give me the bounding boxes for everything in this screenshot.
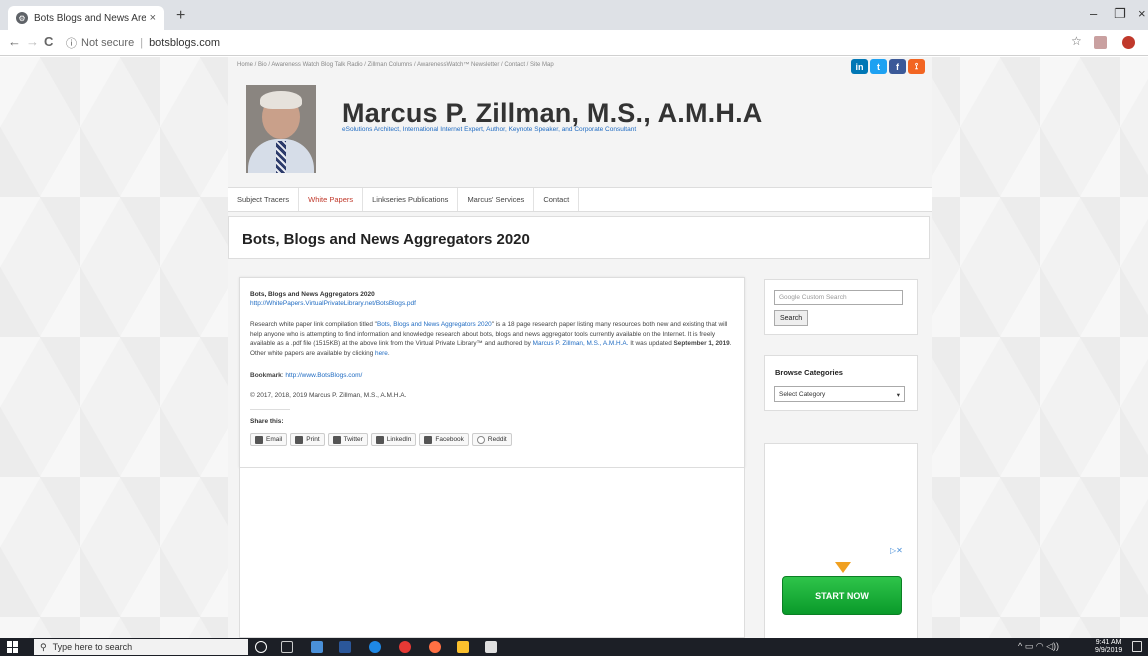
taskbar-clock[interactable]: 9:41 AM 9/9/2019 xyxy=(1095,639,1122,655)
print-icon xyxy=(295,435,304,444)
share-twitter-button[interactable]: Twitter xyxy=(327,433,368,446)
not-secure-label: Not secure xyxy=(81,37,135,49)
search-input[interactable]: Google Custom Search xyxy=(774,290,903,305)
browser-tab-strip: ⚙ Bots Blogs and News Aregators × + – ❐ … xyxy=(0,0,1148,30)
share-linkedin-button[interactable]: LinkedIn xyxy=(370,433,417,446)
bookmark-line: Bookmark: http://www.BotsBlogs.com/ xyxy=(250,372,363,379)
share-reddit-button[interactable]: Reddit xyxy=(471,433,512,446)
title-link[interactable]: Bots, Blogs and News Aggregators 2020 xyxy=(377,321,492,328)
rss-icon[interactable]: ⟟ xyxy=(908,59,925,74)
back-icon[interactable]: ← xyxy=(8,34,21,49)
chevron-down-icon: ▾ xyxy=(896,392,900,399)
facebook-icon xyxy=(424,435,433,444)
taskbar-search-input[interactable]: ⚲ Type here to search xyxy=(34,639,248,655)
start-now-button[interactable]: START NOW xyxy=(782,576,902,615)
email-icon xyxy=(255,435,263,444)
author-photo xyxy=(246,85,316,173)
taskbar-app-icon[interactable] xyxy=(311,641,323,653)
linkedin-icon xyxy=(375,435,384,444)
share-label: Share this: xyxy=(250,418,284,425)
author-link[interactable]: Marcus P. Zillman, M.S., A.M.H.A. xyxy=(533,340,629,347)
url-field[interactable]: ⓘ Not secure | botsblogs.com xyxy=(66,33,1056,53)
nav-item-contact[interactable]: Contact xyxy=(534,188,580,211)
browser-tab[interactable]: ⚙ Bots Blogs and News Aregators × xyxy=(8,6,164,30)
forward-icon[interactable]: → xyxy=(26,34,39,49)
profile-avatar-icon[interactable] xyxy=(1122,36,1135,49)
page-title: Bots, Blogs and News Aggregators 2020 xyxy=(242,231,530,248)
facebook-icon[interactable]: f xyxy=(889,59,906,74)
mail-icon[interactable] xyxy=(485,641,497,653)
word-icon[interactable] xyxy=(339,641,351,653)
category-select[interactable]: Select Category ▾ xyxy=(774,386,905,402)
system-tray-icons[interactable]: ^ ▭ ◠ ◁)) xyxy=(1018,641,1059,652)
url-divider: | xyxy=(140,37,144,49)
firefox-icon[interactable] xyxy=(429,641,441,653)
notification-icon[interactable] xyxy=(1132,641,1142,652)
cortana-icon[interactable] xyxy=(255,641,267,653)
reload-icon[interactable]: C xyxy=(44,34,53,49)
tab-close-icon[interactable]: × xyxy=(150,12,156,24)
divider xyxy=(250,409,290,410)
site-title[interactable]: Marcus P. Zillman, M.S., A.M.H.A xyxy=(342,98,762,129)
site-favicon-icon: ⚙ xyxy=(16,12,28,24)
site-info-icon[interactable]: ⓘ xyxy=(66,35,77,51)
copyright-text: © 2017, 2018, 2019 Marcus P. Zillman, M.… xyxy=(250,392,407,399)
nav-item-white-papers[interactable]: White Papers xyxy=(299,188,364,211)
edge-icon[interactable] xyxy=(369,641,381,653)
new-tab-button[interactable]: + xyxy=(176,7,185,25)
url-text: botsblogs.com xyxy=(149,37,220,49)
task-view-icon[interactable] xyxy=(281,641,293,653)
chrome-icon[interactable] xyxy=(399,641,411,653)
social-links: in t f ⟟ xyxy=(851,59,925,74)
minimize-button[interactable]: – xyxy=(1090,6,1097,21)
linkedin-icon[interactable]: in xyxy=(851,59,868,74)
main-navigation: Subject Tracers White Papers Linkseries … xyxy=(228,187,932,212)
store-icon[interactable] xyxy=(457,641,469,653)
content-column-lower xyxy=(239,468,745,638)
share-email-button[interactable]: Email xyxy=(250,433,288,446)
page-title-box: Bots, Blogs and News Aggregators 2020 xyxy=(228,216,930,259)
search-widget: Google Custom Search Search xyxy=(764,279,918,335)
pdf-link[interactable]: http://WhitePapers.VirtualPrivateLibrary… xyxy=(250,300,416,307)
bookmark-link[interactable]: http://www.BotsBlogs.com/ xyxy=(285,372,362,379)
windows-start-icon[interactable] xyxy=(7,641,19,653)
close-window-button[interactable]: × xyxy=(1138,6,1146,21)
nav-item-linkseries[interactable]: Linkseries Publications xyxy=(363,188,459,211)
tab-title: Bots Blogs and News Aregators xyxy=(34,12,146,24)
browse-categories-heading: Browse Categories xyxy=(775,368,843,377)
ad-choices-icon[interactable]: ▷✕ xyxy=(890,546,903,555)
nav-item-services[interactable]: Marcus' Services xyxy=(458,188,535,211)
address-bar-row: ← → C ⓘ Not secure | botsblogs.com ☆ xyxy=(0,30,1148,56)
article-body: Research white paper link compilation ti… xyxy=(250,321,732,357)
ad-widget: ▷✕ START NOW xyxy=(764,443,918,638)
search-icon: ⚲ xyxy=(40,641,47,652)
twitter-icon[interactable]: t xyxy=(870,59,887,74)
nav-item-subject-tracers[interactable]: Subject Tracers xyxy=(228,188,300,211)
restore-button[interactable]: ❐ xyxy=(1114,6,1126,22)
article-card: Bots, Blogs and News Aggregators 2020 ht… xyxy=(239,277,745,468)
bookmark-star-icon[interactable]: ☆ xyxy=(1071,34,1082,48)
top-navigation[interactable]: Home / Bio / Awareness Watch Blog Talk R… xyxy=(237,62,554,68)
extension-icon[interactable] xyxy=(1094,36,1107,49)
share-buttons: Email Print Twitter LinkedIn Facebook Re… xyxy=(250,433,512,446)
search-button[interactable]: Search xyxy=(774,310,809,326)
article-heading: Bots, Blogs and News Aggregators 2020 xyxy=(250,291,375,298)
share-facebook-button[interactable]: Facebook xyxy=(419,433,469,446)
categories-widget: Browse Categories Select Category ▾ xyxy=(764,355,918,411)
windows-taskbar: ⚲ Type here to search ^ ▭ ◠ ◁)) 9:41 AM … xyxy=(0,638,1148,656)
site-tagline: eSolutions Architect, International Inte… xyxy=(342,126,637,133)
reddit-icon xyxy=(476,435,485,444)
arrow-down-icon xyxy=(835,562,851,573)
site-header: Marcus P. Zillman, M.S., A.M.H.A eSoluti… xyxy=(228,78,932,188)
twitter-icon xyxy=(332,435,341,444)
site-container: Home / Bio / Awareness Watch Blog Talk R… xyxy=(228,57,932,638)
here-link[interactable]: here xyxy=(375,350,388,357)
share-print-button[interactable]: Print xyxy=(290,433,325,446)
